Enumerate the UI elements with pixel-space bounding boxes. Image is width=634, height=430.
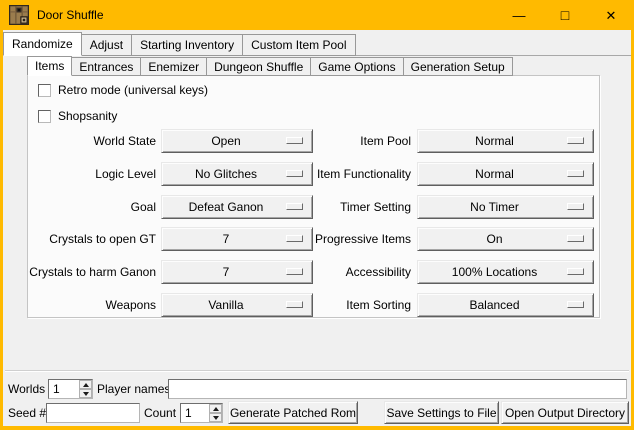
titlebar: Door Shuffle — □ ✕ bbox=[0, 0, 634, 30]
progressive-items-dropdown[interactable]: On bbox=[417, 227, 594, 251]
close-button[interactable]: ✕ bbox=[588, 0, 634, 30]
dropdown-indicator-icon bbox=[567, 235, 584, 242]
sub-tab-bar: Items Entrances Enemizer Dungeon Shuffle… bbox=[27, 56, 512, 76]
item-functionality-dropdown[interactable]: Normal bbox=[417, 162, 594, 186]
player-names-input[interactable] bbox=[168, 379, 627, 399]
tab-generation-setup[interactable]: Generation Setup bbox=[403, 57, 513, 76]
tab-items[interactable]: Items bbox=[27, 56, 72, 76]
dropdown-indicator-icon bbox=[567, 137, 584, 144]
item-sorting-label: Item Sorting bbox=[178, 293, 411, 317]
spin-up-button[interactable] bbox=[79, 380, 92, 389]
generate-patched-rom-button[interactable]: Generate Patched Rom bbox=[228, 401, 358, 424]
tab-game-options[interactable]: Game Options bbox=[310, 57, 403, 76]
tab-dungeon-shuffle[interactable]: Dungeon Shuffle bbox=[206, 57, 311, 76]
maximize-button[interactable]: □ bbox=[542, 0, 588, 30]
player-names-label: Player names bbox=[97, 379, 170, 399]
items-panel: Retro mode (universal keys) Shopsanity W… bbox=[27, 75, 600, 318]
accessibility-label: Accessibility bbox=[178, 260, 411, 284]
count-label: Count bbox=[144, 403, 176, 423]
door-shuffle-window: Door Shuffle — □ ✕ Randomize Adjust Star… bbox=[0, 0, 634, 430]
spin-down-button[interactable] bbox=[79, 389, 92, 398]
tab-adjust[interactable]: Adjust bbox=[81, 34, 132, 56]
triangle-up-icon bbox=[83, 383, 89, 387]
crystals-ganon-label: Crystals to harm Ganon bbox=[28, 260, 156, 284]
progressive-items-label: Progressive Items bbox=[178, 227, 411, 251]
checkbox-icon[interactable] bbox=[38, 110, 51, 123]
minimize-button[interactable]: — bbox=[496, 0, 542, 30]
crystals-gt-label: Crystals to open GT bbox=[28, 227, 156, 251]
tab-custom-item-pool[interactable]: Custom Item Pool bbox=[242, 34, 355, 56]
worlds-spinner[interactable]: 1 bbox=[48, 379, 93, 399]
worlds-label: Worlds bbox=[8, 379, 45, 399]
count-spinner[interactable]: 1 bbox=[180, 403, 223, 423]
world-state-label: World State bbox=[28, 129, 156, 153]
logic-level-label: Logic Level bbox=[28, 162, 156, 186]
item-pool-dropdown[interactable]: Normal bbox=[417, 129, 594, 153]
seed-input[interactable] bbox=[46, 403, 140, 423]
item-functionality-label: Item Functionality bbox=[178, 162, 411, 186]
dropdown-indicator-icon bbox=[567, 203, 584, 210]
weapons-label: Weapons bbox=[28, 293, 156, 317]
checkbox-icon[interactable] bbox=[38, 84, 51, 97]
main-tab-bar: Randomize Adjust Starting Inventory Cust… bbox=[3, 32, 355, 56]
item-sorting-dropdown[interactable]: Balanced bbox=[417, 293, 594, 317]
tab-starting-inventory[interactable]: Starting Inventory bbox=[131, 34, 243, 56]
tab-entrances[interactable]: Entrances bbox=[71, 57, 141, 76]
spin-down-button[interactable] bbox=[209, 413, 222, 422]
timer-setting-label: Timer Setting bbox=[178, 195, 411, 219]
bottom-panel-separator bbox=[5, 370, 629, 372]
dropdown-indicator-icon bbox=[567, 301, 584, 308]
triangle-down-icon bbox=[83, 392, 89, 396]
tab-randomize[interactable]: Randomize bbox=[3, 32, 82, 56]
window-body: Randomize Adjust Starting Inventory Cust… bbox=[3, 30, 631, 426]
retro-mode-label: Retro mode (universal keys) bbox=[58, 83, 208, 97]
goal-label: Goal bbox=[28, 195, 156, 219]
retro-mode-checkbox[interactable]: Retro mode (universal keys) bbox=[38, 83, 208, 97]
triangle-down-icon bbox=[213, 416, 219, 420]
pixel-door-app-icon bbox=[9, 5, 29, 25]
save-settings-button[interactable]: Save Settings to File bbox=[384, 401, 499, 424]
dropdown-indicator-icon bbox=[567, 170, 584, 177]
spin-up-button[interactable] bbox=[209, 404, 222, 413]
shopsanity-checkbox[interactable]: Shopsanity bbox=[38, 109, 117, 123]
shopsanity-label: Shopsanity bbox=[58, 109, 117, 123]
triangle-up-icon bbox=[213, 407, 219, 411]
tab-enemizer[interactable]: Enemizer bbox=[140, 57, 207, 76]
timer-setting-dropdown[interactable]: No Timer bbox=[417, 195, 594, 219]
accessibility-dropdown[interactable]: 100% Locations bbox=[417, 260, 594, 284]
dropdown-indicator-icon bbox=[567, 268, 584, 275]
item-pool-label: Item Pool bbox=[178, 129, 411, 153]
window-title: Door Shuffle bbox=[37, 8, 104, 22]
seed-label: Seed # bbox=[8, 403, 46, 423]
open-output-directory-button[interactable]: Open Output Directory bbox=[501, 401, 629, 424]
